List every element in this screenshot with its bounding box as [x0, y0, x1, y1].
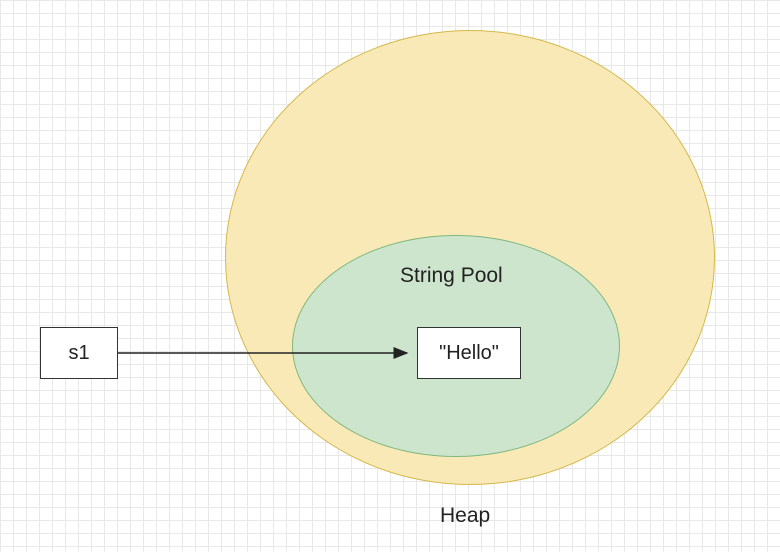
- string-pool-label: String Pool: [400, 264, 503, 288]
- string-value: "Hello": [439, 342, 499, 365]
- string-value-box: "Hello": [417, 327, 521, 379]
- heap-label: Heap: [440, 504, 490, 528]
- variable-box-s1: s1: [40, 327, 118, 379]
- variable-name: s1: [68, 342, 89, 365]
